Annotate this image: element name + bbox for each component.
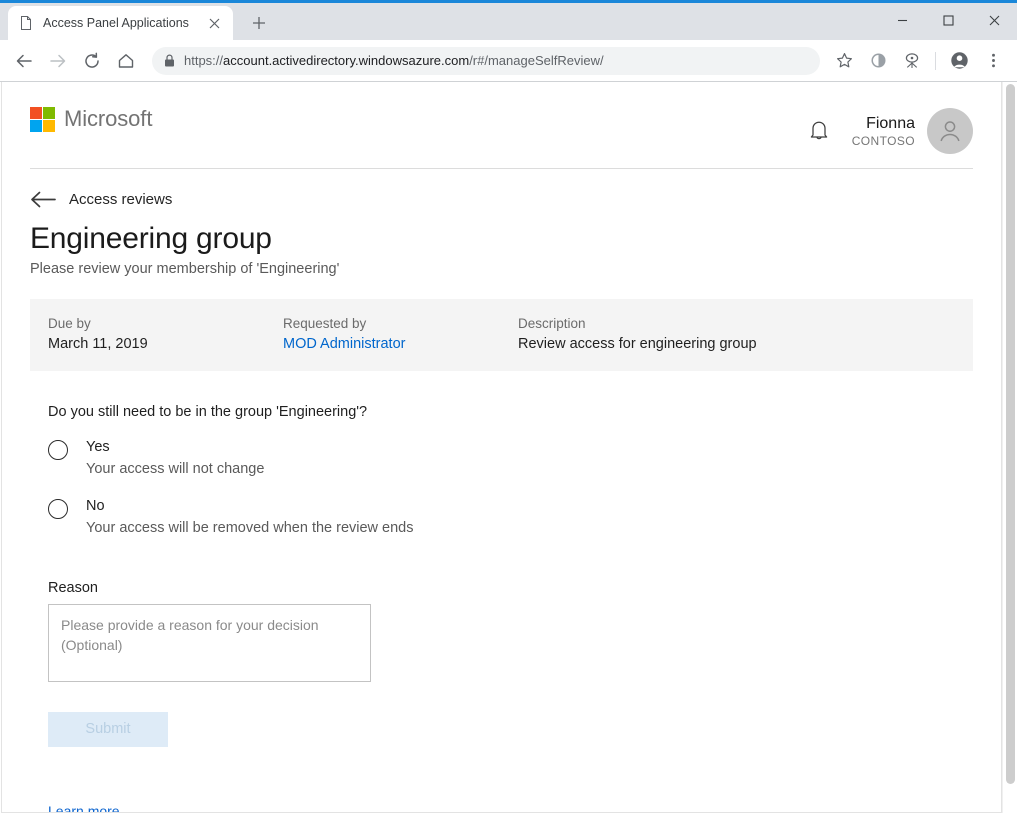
option-yes[interactable]: Yes Your access will not change [48,438,973,480]
toolbar-divider [935,52,936,70]
description-column: Description Review access for engineerin… [518,316,955,352]
reload-icon[interactable] [76,45,108,77]
page-content: Microsoft Fionna CONTOSO [1,82,1002,813]
radio-yes[interactable] [48,440,68,460]
maximize-icon[interactable] [925,3,971,37]
address-bar[interactable]: https://account.activedirectory.windowsa… [152,47,820,75]
option-no-label: No [86,497,414,517]
forward-arrow-icon[interactable] [42,45,74,77]
requested-by-label: Requested by [283,316,518,331]
breadcrumb[interactable]: Access reviews [30,191,973,208]
reason-block: Reason [48,580,973,682]
radio-no[interactable] [48,499,68,519]
microsoft-logo-icon [30,107,55,132]
requested-by-value[interactable]: MOD Administrator [283,336,518,352]
star-icon[interactable] [828,45,860,77]
three-dot-menu-icon[interactable] [977,45,1009,77]
requested-by-column: Requested by MOD Administrator [283,316,518,352]
due-by-column: Due by March 11, 2019 [48,316,283,352]
url-path: /r#/manageSelfReview/ [469,53,603,68]
lock-icon [164,54,175,67]
browser-window: Access Panel Applications [0,0,1017,813]
window-close-icon[interactable] [971,3,1017,37]
user-menu[interactable]: Fionna CONTOSO [852,108,973,154]
extension-icon[interactable] [896,45,928,77]
person-icon [936,117,964,145]
reason-label: Reason [48,580,973,596]
main-content: Access reviews Engineering group Please … [2,169,1001,812]
due-by-label: Due by [48,316,283,331]
window-controls [879,3,1017,40]
option-no-description: Your access will be removed when the rev… [86,519,414,539]
page-icon [18,15,34,31]
url-scheme: https:// [184,53,223,68]
info-circle-icon[interactable] [862,45,894,77]
page-subtitle: Please review your membership of 'Engine… [30,261,973,277]
url-text: https://account.activedirectory.windowsa… [184,53,604,68]
option-no[interactable]: No Your access will be removed when the … [48,497,973,539]
option-yes-description: Your access will not change [86,460,264,480]
breadcrumb-label: Access reviews [69,191,172,208]
option-yes-label: Yes [86,438,264,458]
browser-toolbar: https://account.activedirectory.windowsa… [0,40,1017,81]
microsoft-logo[interactable]: Microsoft [30,106,152,132]
submit-wrap: Submit [48,712,973,747]
learn-more-link[interactable]: Learn more [48,803,973,813]
due-by-value: March 11, 2019 [48,336,283,352]
option-yes-text: Yes Your access will not change [86,438,264,480]
user-name: Fionna [852,114,915,134]
new-tab-button[interactable] [244,8,274,38]
submit-button[interactable]: Submit [48,712,168,747]
tab-title: Access Panel Applications [43,16,196,30]
scrollbar-thumb[interactable] [1006,84,1015,784]
home-icon[interactable] [110,45,142,77]
page-scrollbar[interactable] [1002,82,1017,813]
page-viewport: Microsoft Fionna CONTOSO [0,81,1017,813]
page-title: Engineering group [30,222,973,257]
back-arrow-icon[interactable] [30,191,56,208]
close-icon[interactable] [205,14,223,32]
back-arrow-icon[interactable] [8,45,40,77]
user-organization: CONTOSO [852,134,915,149]
browser-tab[interactable]: Access Panel Applications [8,6,233,40]
reason-input[interactable] [48,604,371,682]
url-host: account.activedirectory.windowsazure.com [223,53,469,68]
review-options: Yes Your access will not change No Your … [48,438,973,556]
profile-avatar-icon[interactable] [943,45,975,77]
user-names: Fionna CONTOSO [852,114,915,149]
microsoft-wordmark: Microsoft [64,106,152,132]
bell-icon[interactable] [808,118,830,144]
tab-strip: Access Panel Applications [0,3,1017,40]
header-right: Fionna CONTOSO [808,106,973,154]
option-no-text: No Your access will be removed when the … [86,497,414,539]
avatar[interactable] [927,108,973,154]
minimize-icon[interactable] [879,3,925,37]
site-header: Microsoft Fionna CONTOSO [2,82,1001,154]
description-value: Review access for engineering group [518,336,955,352]
review-question: Do you still need to be in the group 'En… [48,404,973,420]
review-info-bar: Due by March 11, 2019 Requested by MOD A… [30,299,973,371]
description-label: Description [518,316,955,331]
